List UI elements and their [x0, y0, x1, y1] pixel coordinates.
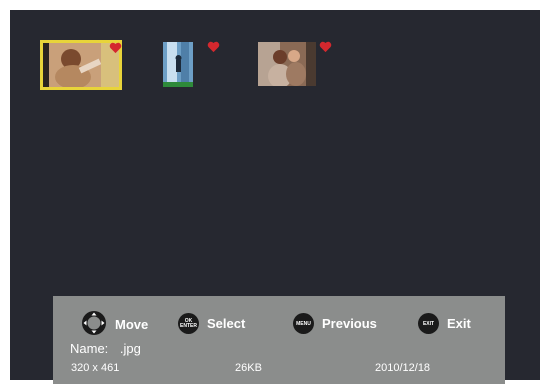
thumbnail-photo-2[interactable]	[163, 42, 193, 87]
favorite-heart-icon	[109, 42, 123, 56]
exit-button-icon: EXIT	[418, 313, 439, 334]
info-bar: Move OK ENTER Select MENU Previous EXIT …	[53, 296, 505, 384]
move-hint: Move	[81, 310, 148, 339]
favorite-heart-icon	[319, 41, 333, 55]
move-label: Move	[115, 317, 149, 332]
exit-label: Exit	[447, 316, 471, 331]
file-size: 26KB	[235, 362, 262, 374]
previous-label: Previous	[322, 316, 377, 331]
exit-hint: EXIT Exit	[418, 313, 471, 334]
dpad-icon	[81, 310, 107, 339]
file-date: 2010/12/18	[375, 362, 431, 374]
file-name-value: .jpg	[119, 341, 141, 356]
file-name-row: Name: .jpg	[70, 341, 141, 356]
photo-family-image	[258, 42, 316, 86]
photo-man-guitar-image	[43, 43, 119, 87]
menu-button-icon: MENU	[293, 313, 314, 334]
select-hint: OK ENTER Select	[178, 313, 245, 334]
select-label: Select	[207, 316, 246, 331]
ok-enter-button-icon: OK ENTER	[178, 313, 199, 334]
file-resolution: 320 x 461	[71, 362, 120, 374]
exit-icon-text: EXIT	[422, 320, 435, 327]
file-name-label: Name:	[70, 341, 109, 356]
favorite-heart-icon	[207, 41, 221, 55]
photo-waterfall-image	[163, 42, 193, 87]
enter-icon-text: ENTER	[180, 322, 197, 329]
menu-icon-text: MENU	[296, 320, 311, 327]
previous-hint: MENU Previous	[293, 313, 377, 334]
photo-browser-screen: Move OK ENTER Select MENU Previous EXIT …	[10, 10, 540, 384]
thumbnail-photo-3[interactable]	[258, 42, 316, 86]
